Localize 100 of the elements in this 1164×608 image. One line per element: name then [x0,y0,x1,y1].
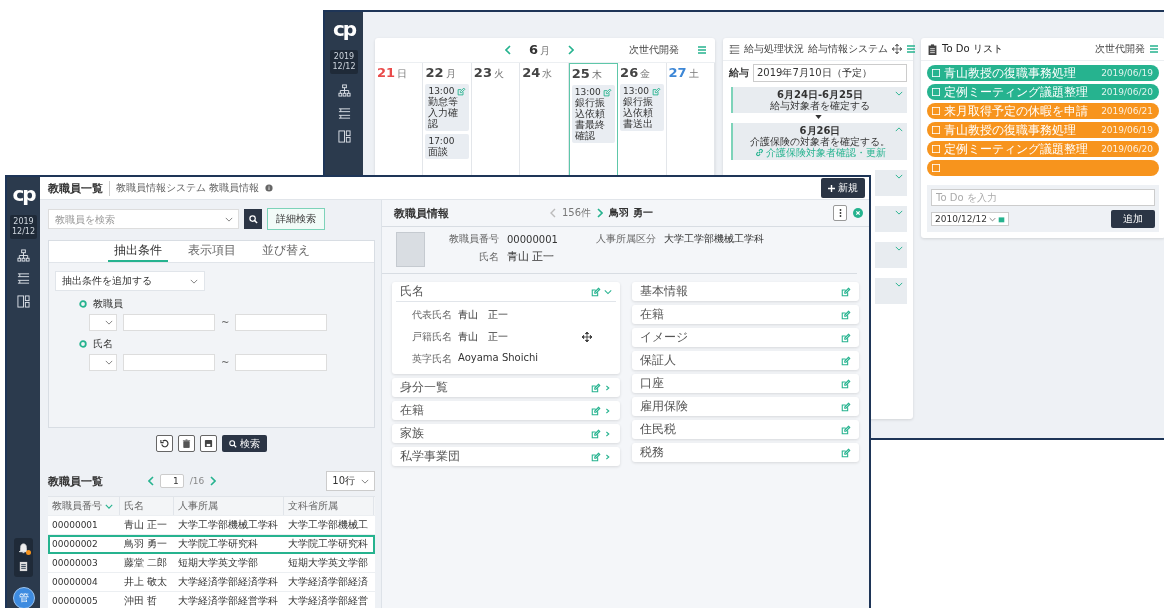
list-icon[interactable] [337,107,351,120]
filter-tab[interactable]: 抽出条件 [107,241,168,262]
menu-icon[interactable] [1149,44,1159,54]
previous-record-button[interactable] [550,208,556,218]
move-icon[interactable] [581,332,592,342]
next-page-button[interactable] [210,476,217,486]
pay-date-field[interactable]: 2019年7月10日（予定） [753,64,907,82]
new-button[interactable]: 新規 [821,178,865,198]
edit-icon[interactable] [841,332,851,343]
checkbox[interactable] [932,164,940,172]
user-avatar[interactable]: 管 [12,587,35,608]
chevron-icon[interactable] [603,384,612,391]
more-button[interactable] [833,205,847,221]
edit-icon[interactable] [841,378,851,389]
chevron-icon[interactable] [895,246,903,251]
page-field[interactable]: 1 [160,474,184,488]
edit-icon[interactable] [603,87,613,97]
chevron-icon[interactable] [895,127,903,132]
delete-button[interactable] [178,435,195,452]
list-icon[interactable] [17,272,30,285]
reset-button[interactable] [156,435,173,452]
range-start-field[interactable] [123,354,215,371]
bell-icon[interactable] [18,543,29,554]
event-card[interactable]: 13:00 銀行振込依頼書送出 [620,84,664,131]
table-row[interactable]: 00000001 青山 正一 大学工学部機械工学科 大学工学部機械工 [48,516,375,535]
layout-icon[interactable] [17,295,30,308]
range-start-field[interactable] [123,314,215,331]
org-chart-icon[interactable] [17,249,30,262]
table-row[interactable]: 00000003 藤堂 二郎 短期大学英文学部 短期大学英文学部 [48,554,375,573]
todo-input[interactable]: To Do を入力 [931,189,1155,206]
checkbox[interactable] [932,126,940,134]
range-end-field[interactable] [235,354,328,371]
move-icon[interactable] [892,44,902,54]
edit-icon[interactable] [590,286,601,297]
search-field[interactable]: 教職員を検索 [48,209,239,229]
checkbox[interactable] [932,107,940,115]
sort-icon[interactable] [105,503,113,509]
table-row[interactable]: 00000002 鳥羽 勇一 大学院工学研究科 大学院工学研究科 [48,535,375,554]
edit-icon[interactable] [841,355,851,366]
day-column[interactable]: 25 木 13:00 銀行振込依頼書最終確認 [568,63,619,175]
add-button[interactable]: 追加 [1111,210,1155,228]
chevron-icon[interactable] [895,174,903,179]
day-column[interactable]: 22 月 13:00 勤怠等入力確認 17:00 面談 [423,63,472,175]
range-end-field[interactable] [235,314,328,331]
search-button[interactable] [244,209,262,229]
close-icon[interactable] [853,208,863,218]
add-condition-select[interactable]: 抽出条件を追加する [55,271,205,291]
run-search-button[interactable]: 検索 [222,435,267,452]
checkbox[interactable] [932,69,940,77]
calendar-icon[interactable] [997,215,1005,223]
previous-month-button[interactable] [505,45,511,55]
rows-per-page-select[interactable]: 10行 [326,471,375,491]
edit-icon[interactable] [841,447,851,458]
next-month-button[interactable] [568,45,575,55]
edit-icon[interactable] [456,86,466,96]
column-header[interactable]: 教職員番号 [48,497,120,515]
event-card[interactable]: 17:00 面談 [425,134,469,159]
menu-icon[interactable] [697,45,707,55]
chevron-icon[interactable] [895,91,903,96]
edit-icon[interactable] [590,405,601,416]
column-header[interactable]: 氏名 [120,497,174,515]
advanced-search-button[interactable]: 詳細検索 [267,208,325,230]
next-record-button[interactable] [597,208,604,218]
save-button[interactable] [200,435,217,452]
event-card[interactable]: 13:00 勤怠等入力確認 [425,84,469,131]
checkbox[interactable] [932,88,940,96]
menu-icon[interactable] [906,44,916,54]
chevron-icon[interactable] [895,210,903,215]
edit-icon[interactable] [590,451,601,462]
chevron-icon[interactable] [895,282,903,287]
edit-icon[interactable] [841,286,851,297]
operator-select[interactable] [89,354,117,371]
table-row[interactable]: 00000005 沖田 哲 大学経済学部経営学科 大学経済学部経営 [48,592,375,608]
edit-icon[interactable] [841,424,851,435]
event-card[interactable]: 13:00 銀行振込依頼書最終確認 [571,85,616,143]
edit-icon[interactable] [590,382,601,393]
column-header[interactable]: 文科省所属 [284,497,374,515]
step-card[interactable]: 6月26日 介護保険の対象者を確定する。 介護保険対象者確認・更新 [731,123,907,160]
edit-icon[interactable] [590,428,601,439]
edit-icon[interactable] [841,309,851,320]
layout-icon[interactable] [337,130,351,143]
filter-tab[interactable]: 並び替え [255,241,316,262]
chevron-icon[interactable] [603,288,612,295]
day-column[interactable]: 26金 13:00 銀行振込依頼書送出 [618,63,667,175]
date-field[interactable]: 2010/12/12 [931,212,1009,226]
edit-icon[interactable] [841,401,851,412]
todo-item[interactable] [927,160,1159,176]
column-header[interactable]: 人事所属 [174,497,284,515]
previous-page-button[interactable] [148,476,154,486]
chevron-icon[interactable] [603,453,612,460]
document-icon[interactable] [18,561,29,572]
step-card[interactable]: 6月24日-6月25日 給与対象者を確定する [731,87,907,113]
chevron-icon[interactable] [603,430,612,437]
operator-select[interactable] [89,314,117,331]
info-icon[interactable] [265,184,274,192]
org-chart-icon[interactable] [337,84,351,97]
edit-icon[interactable] [651,86,661,96]
chevron-icon[interactable] [603,407,612,414]
filter-tab[interactable]: 表示項目 [181,241,242,262]
checkbox[interactable] [932,145,940,153]
